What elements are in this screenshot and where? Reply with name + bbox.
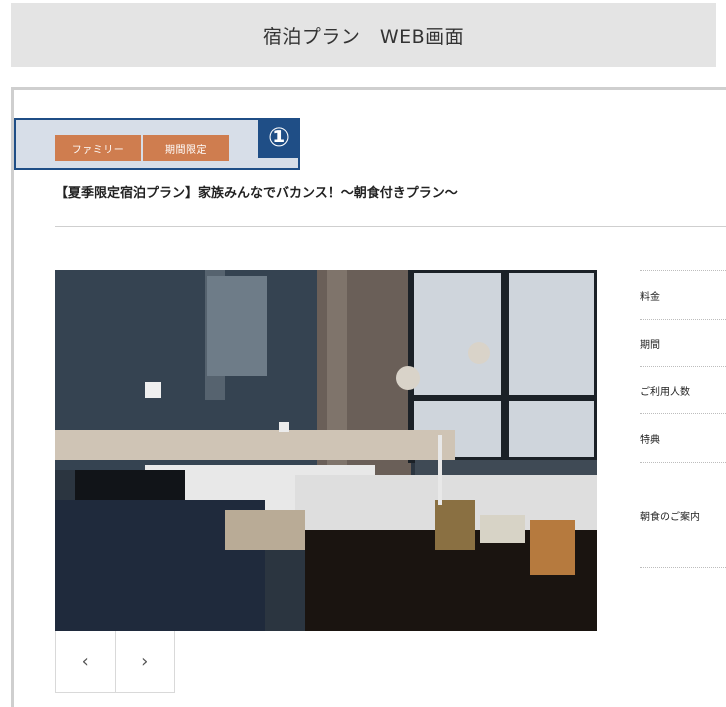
page-title: 宿泊プラン WEB画面 [262,25,465,48]
info-row-guests: ご利用人数 [640,366,726,413]
hotel-room-photo [55,270,597,631]
plan-title: 【夏季限定宿泊プラン】家族みんなでバカンス！～朝食付きプラン～ [55,186,458,201]
chevron-left-icon[interactable]: ‹ [56,631,115,692]
gallery-nav: ‹ › [55,631,175,693]
tag-family[interactable]: ファミリー [55,135,141,161]
chevron-right-icon[interactable]: › [114,631,175,692]
tag-limited-time[interactable]: 期間限定 [143,135,229,161]
divider [55,226,726,227]
info-table: 料金 期間 ご利用人数 特典 朝食のご案内 [640,270,726,568]
header-bar: 宿泊プラン WEB画面 [11,3,716,67]
annotation-marker: ① [258,118,300,158]
info-row-breakfast: 朝食のご案内 [640,462,726,568]
info-row-period: 期間 [640,319,726,366]
info-row-benefits: 特典 [640,413,726,462]
info-row-price: 料金 [640,270,726,319]
